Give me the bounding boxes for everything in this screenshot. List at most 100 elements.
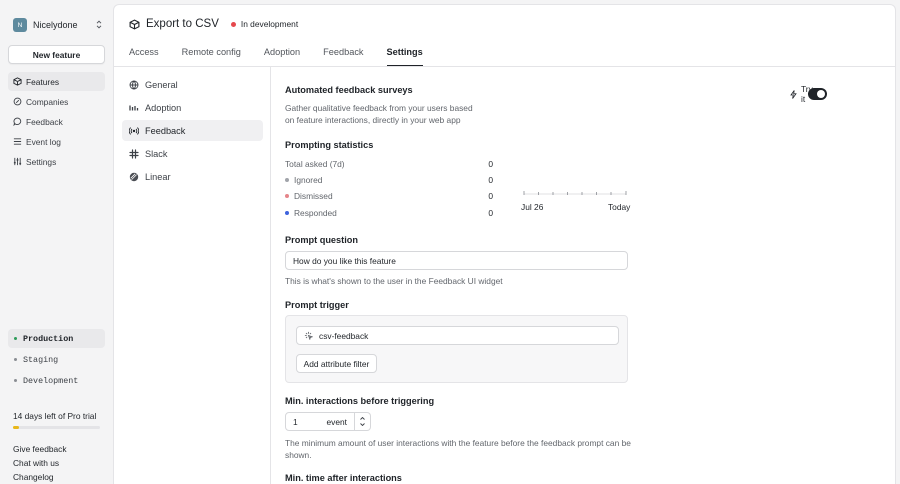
- trigger-event-value: csv-feedback: [319, 330, 369, 341]
- stat-dot: [285, 178, 289, 182]
- trial-progress-bar: [13, 426, 100, 429]
- surveys-description: Gather qualitative feedback from your us…: [285, 102, 473, 126]
- broadcast-icon: [129, 126, 139, 136]
- min-interactions-help: The minimum amount of user interactions …: [285, 437, 685, 461]
- tab-feedback[interactable]: Feedback: [323, 44, 363, 66]
- min-time-title: Min. time after interactions: [285, 473, 402, 483]
- org-avatar: N: [13, 18, 27, 32]
- stat-label: Dismissed: [294, 191, 333, 201]
- settings-nav-linear[interactable]: Linear: [122, 166, 263, 187]
- trial-progress-fill: [13, 426, 20, 429]
- tab-settings[interactable]: Settings: [386, 44, 424, 67]
- stat-row-total: Total asked (7d) 0: [285, 157, 493, 171]
- stat-value: 0: [488, 175, 493, 185]
- main-nav: Features Companies Feedback Event log Se…: [8, 72, 105, 172]
- feature-header: Export to CSV In development: [129, 18, 298, 30]
- changelog-link[interactable]: Changelog: [13, 470, 67, 484]
- tab-remote-config[interactable]: Remote config: [182, 44, 241, 66]
- chat-bubble-icon: [13, 117, 22, 126]
- stat-row-dismissed: Dismissed 0: [285, 189, 493, 203]
- caret-up-icon[interactable]: [360, 417, 365, 420]
- app-root: N Nicelydone New feature Features Compan…: [0, 0, 900, 484]
- settings-nav-slack[interactable]: Slack: [122, 143, 263, 164]
- min-interactions-input[interactable]: 1 event: [285, 412, 355, 431]
- nav-item-features[interactable]: Features: [8, 72, 105, 91]
- sparkle-cursor-icon: [304, 331, 313, 340]
- stat-label-group: Responded: [285, 208, 337, 218]
- stepper-arrows[interactable]: [355, 412, 371, 431]
- env-status-dot: [14, 358, 17, 361]
- env-label: Development: [23, 375, 79, 386]
- prompt-trigger-panel: csv-feedback Add attribute filter: [285, 315, 628, 383]
- prompt-question-input[interactable]: [285, 251, 628, 270]
- env-production[interactable]: Production: [8, 329, 105, 348]
- cube-icon: [13, 77, 22, 86]
- stat-value: 0: [488, 208, 493, 218]
- nav-item-label: Companies: [26, 96, 69, 107]
- chat-with-us-link[interactable]: Chat with us: [13, 456, 67, 470]
- settings-nav-label: Adoption: [145, 102, 182, 113]
- nav-item-label: Feedback: [26, 116, 63, 127]
- env-development[interactable]: Development: [8, 371, 105, 390]
- tab-adoption[interactable]: Adoption: [264, 44, 300, 66]
- stat-label: Ignored: [294, 175, 323, 185]
- prompt-question-help: This is what's shown to the user in the …: [285, 276, 503, 286]
- org-switcher[interactable]: N Nicelydone: [13, 17, 105, 33]
- settings-nav-feedback[interactable]: Feedback: [122, 120, 263, 141]
- settings-nav-general[interactable]: General: [122, 74, 263, 95]
- give-feedback-link[interactable]: Give feedback: [13, 442, 67, 456]
- linear-icon: [129, 172, 139, 182]
- cube-icon: [129, 18, 140, 30]
- sliders-icon: [13, 157, 22, 166]
- list-icon: [13, 137, 22, 146]
- timeline-axis: [523, 191, 627, 195]
- min-interactions-stepper[interactable]: 1 event: [285, 412, 371, 431]
- feature-tabs: Access Remote config Adoption Feedback S…: [129, 44, 446, 67]
- nav-item-label: Settings: [26, 156, 57, 167]
- environment-list: Production Staging Development: [8, 329, 105, 392]
- env-staging[interactable]: Staging: [8, 350, 105, 369]
- status-dot: [230, 21, 236, 27]
- stat-label-group: Ignored: [285, 175, 322, 185]
- settings-nav-label: Feedback: [145, 125, 186, 136]
- env-status-dot: [14, 337, 17, 340]
- min-interactions-title: Min. interactions before triggering: [285, 396, 435, 406]
- stat-value: 0: [488, 191, 493, 201]
- nav-item-label: Event log: [26, 136, 61, 147]
- stat-row-responded: Responded 0: [285, 206, 493, 220]
- nav-item-event-log[interactable]: Event log: [8, 132, 105, 151]
- stat-value: 0: [488, 159, 493, 169]
- lightning-icon: [790, 89, 797, 99]
- page-title: Export to CSV: [146, 18, 219, 30]
- add-attribute-filter-button[interactable]: Add attribute filter: [296, 354, 377, 373]
- nav-item-settings[interactable]: Settings: [8, 152, 105, 171]
- surveys-toggle[interactable]: [808, 88, 827, 100]
- min-interactions-value: 1: [293, 416, 298, 427]
- new-feature-button[interactable]: New feature: [8, 45, 105, 64]
- settings-nav-adoption[interactable]: Adoption: [122, 97, 263, 118]
- nav-item-companies[interactable]: Companies: [8, 92, 105, 111]
- help-line: shown.: [285, 450, 312, 460]
- toggle-knob: [816, 90, 825, 98]
- nav-item-label: Features: [26, 76, 60, 87]
- stat-row-ignored: Ignored 0: [285, 173, 493, 187]
- env-label: Production: [23, 333, 74, 344]
- org-name: Nicelydone: [33, 20, 78, 30]
- surveys-toggle-group: Try it: [790, 84, 827, 104]
- settings-nav: General Adoption Feedback Slack Linear: [122, 74, 263, 189]
- footer-links: Give feedback Chat with us Changelog: [13, 442, 67, 484]
- trial-text: 14 days left of Pro trial: [13, 411, 97, 421]
- status-badge[interactable]: In development: [230, 19, 299, 29]
- timeline-start-label: Jul 26: [521, 202, 544, 212]
- timeline-end-label: Today: [608, 202, 631, 212]
- env-status-dot: [14, 379, 17, 382]
- prompt-trigger-title: Prompt trigger: [285, 300, 349, 310]
- status-label: In development: [240, 19, 299, 29]
- trigger-event-field[interactable]: csv-feedback: [296, 326, 619, 345]
- tab-access[interactable]: Access: [129, 44, 159, 66]
- nav-item-feedback[interactable]: Feedback: [8, 112, 105, 131]
- buildings-icon: [13, 97, 22, 106]
- caret-down-icon[interactable]: [360, 423, 365, 426]
- stat-dot: [285, 211, 289, 215]
- stat-dot: [285, 194, 289, 198]
